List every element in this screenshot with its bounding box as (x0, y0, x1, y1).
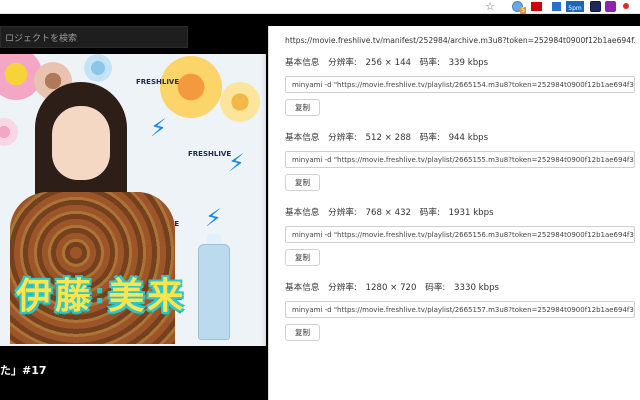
name-separator: : (94, 276, 107, 310)
bolt-logo-icon: ⚡ (205, 204, 222, 232)
extension-icon[interactable]: 5 (510, 0, 526, 14)
bitrate-label: 码率: (425, 283, 446, 293)
info-label: 基本信息 (285, 283, 320, 293)
extension-glyph (530, 1, 542, 11)
copy-button[interactable]: 复制 (285, 249, 320, 266)
search-input[interactable]: ロジェクトを検索 (0, 26, 188, 48)
stream-info-line: 基本信息 分辨率: 768 × 432 码率: 1931 kbps (285, 206, 635, 218)
resolution-value: 256 × 144 (365, 58, 412, 68)
command-field[interactable]: minyami -d "https://movie.freshlive.tv/p… (285, 76, 635, 93)
resolution-value: 1280 × 720 (365, 283, 417, 293)
name-banner: 伊 藤 : 美 来 (16, 268, 184, 318)
copy-button[interactable]: 复制 (285, 99, 320, 116)
info-label: 基本信息 (285, 208, 320, 218)
resolution-value: 512 × 288 (365, 133, 412, 143)
resolution-value: 768 × 432 (365, 208, 412, 218)
manifest-url: https://movie.freshlive.tv/manifest/2529… (285, 36, 635, 45)
resolution-label: 分辨率: (328, 58, 357, 68)
bitrate-value: 339 kbps (448, 58, 489, 68)
stream-info-panel: https://movie.freshlive.tv/manifest/2529… (268, 26, 640, 400)
copy-button[interactable]: 复制 (285, 174, 320, 191)
bitrate-label: 码率: (419, 133, 440, 143)
star-icon[interactable]: ☆ (484, 0, 496, 13)
extension-glyph (589, 0, 601, 12)
copy-button[interactable]: 复制 (285, 324, 320, 341)
water-bottle (198, 244, 230, 340)
flower-decoration (84, 54, 112, 82)
extension-glyph (604, 0, 616, 12)
bitrate-label: 码率: (419, 58, 440, 68)
extension-dot (623, 3, 629, 9)
extension-icon[interactable] (530, 0, 542, 12)
extension-badge: 5 (520, 7, 526, 14)
extension-icon[interactable] (620, 0, 632, 12)
flower-decoration (220, 82, 260, 122)
video-title: た」#17 (0, 364, 47, 377)
bitrate-value: 3330 kbps (454, 283, 500, 293)
extension-label: 5pm (566, 0, 584, 12)
command-field[interactable]: minyami -d "https://movie.freshlive.tv/p… (285, 226, 635, 243)
name-char: 来 (147, 276, 185, 317)
command-field[interactable]: minyami -d "https://movie.freshlive.tv/p… (285, 151, 635, 168)
person-face (52, 106, 110, 180)
extension-icon[interactable] (604, 0, 616, 12)
stream-entry: 基本信息 分辨率: 512 × 288 码率: 944 kbps minyami… (285, 131, 635, 191)
extension-icon[interactable]: 5pm (566, 0, 584, 12)
name-char: 伊 (16, 276, 54, 317)
video-frame[interactable]: ⚡ ⚡ ⚡ ⚡ FRESHLIVE FRESHLIVE FRESHLIVE 伊 … (0, 54, 266, 346)
info-label: 基本信息 (285, 133, 320, 143)
extension-glyph (551, 1, 561, 11)
extension-icon[interactable] (589, 0, 601, 12)
stream-entry: 基本信息 分辨率: 256 × 144 码率: 339 kbps minyami… (285, 56, 635, 116)
video-area: ロジェクトを検索 ⚡ ⚡ ⚡ ⚡ FRESHLIVE FRESHLIVE FRE… (0, 14, 268, 400)
resolution-label: 分辨率: (328, 283, 357, 293)
resolution-label: 分辨率: (328, 208, 357, 218)
stream-info-line: 基本信息 分辨率: 256 × 144 码率: 339 kbps (285, 56, 635, 68)
stream-entry: 基本信息 分辨率: 1280 × 720 码率: 3330 kbps minya… (285, 281, 635, 341)
resolution-label: 分辨率: (328, 133, 357, 143)
info-label: 基本信息 (285, 58, 320, 68)
browser-toolbar: ☆ 5 5pm (0, 0, 640, 14)
stream-info-line: 基本信息 分辨率: 512 × 288 码率: 944 kbps (285, 131, 635, 143)
extension-icon[interactable] (550, 0, 562, 12)
stream-entry: 基本信息 分辨率: 768 × 432 码率: 1931 kbps minyam… (285, 206, 635, 266)
name-char: 藤 (55, 276, 93, 317)
bitrate-label: 码率: (419, 208, 440, 218)
stream-info-line: 基本信息 分辨率: 1280 × 720 码率: 3330 kbps (285, 281, 635, 293)
bitrate-value: 944 kbps (448, 133, 489, 143)
bitrate-value: 1931 kbps (448, 208, 494, 218)
name-char: 美 (108, 276, 146, 317)
freshlive-logo-text: FRESHLIVE (188, 150, 232, 158)
command-field[interactable]: minyami -d "https://movie.freshlive.tv/p… (285, 301, 635, 318)
